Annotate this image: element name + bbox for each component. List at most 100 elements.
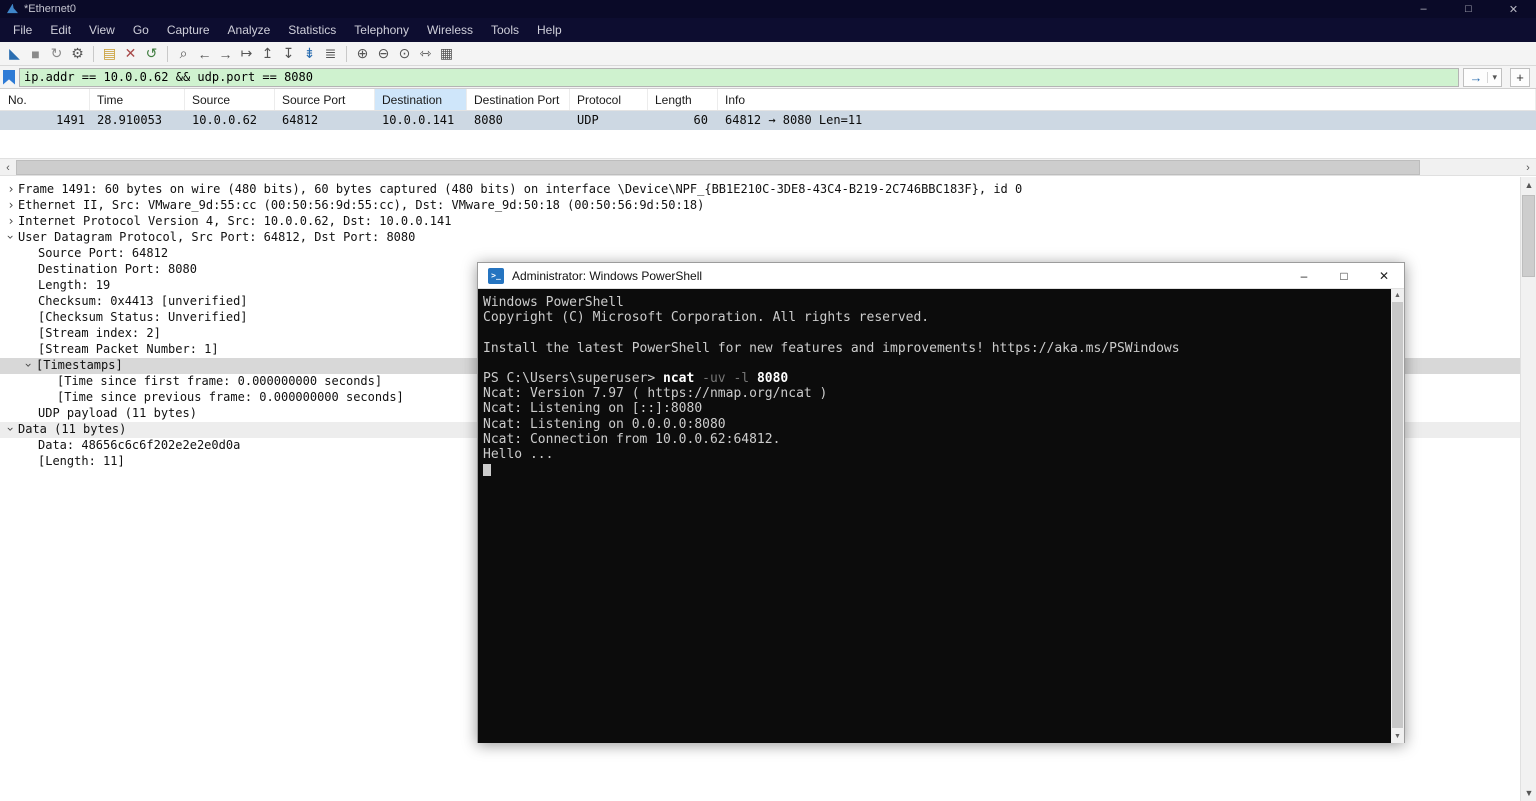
detail-text: Source Port: 64812 [38,246,169,260]
powershell-scrollbar-thumb[interactable] [1392,302,1403,728]
open-file-icon[interactable]: ▤ [99,44,120,64]
wireshark-window: *Ethernet0 – □ ✕ File Edit View Go Captu… [0,0,1536,801]
window-controls: – □ ✕ [1401,0,1536,18]
menu-view[interactable]: View [80,18,124,42]
column-header-time[interactable]: Time [90,89,185,110]
scroll-right-icon[interactable]: › [1520,159,1536,177]
powershell-titlebar: >_ Administrator: Windows PowerShell – □… [478,263,1404,289]
reload-file-icon[interactable]: ↺ [141,44,162,64]
expander-icon[interactable] [4,422,18,436]
zoom-out-icon[interactable]: ⊖ [373,44,394,64]
column-header-source[interactable]: Source [185,89,275,110]
go-forward-icon[interactable]: → [215,44,236,64]
filter-apply-icon[interactable]: → [1464,70,1487,85]
menu-capture[interactable]: Capture [158,18,219,42]
menu-tools[interactable]: Tools [482,18,528,42]
terminal-output[interactable]: Windows PowerShell Copyright (C) Microso… [478,289,1404,743]
expander-icon[interactable] [4,198,18,212]
column-header-info[interactable]: Info [718,89,1536,110]
vertical-scrollbar-thumb[interactable] [1522,195,1535,277]
terminal-line: Ncat: Listening on 0.0.0.0:8080 [483,416,726,432]
detail-row-source-port[interactable]: Source Port: 64812 [0,246,1520,262]
terminal-line: Ncat: Version 7.97 ( https://nmap.org/nc… [483,386,828,402]
zoom-original-icon[interactable]: ⊙ [394,44,415,64]
packet-cell-destination-port: 8080 [474,113,503,127]
column-header-destination-port[interactable]: Destination Port [467,89,570,110]
expander-icon[interactable] [4,230,18,244]
autoscroll-icon[interactable]: ⇟ [299,44,320,64]
detail-row-ip[interactable]: Internet Protocol Version 4, Src: 10.0.0… [0,214,1520,230]
horizontal-scrollbar-thumb[interactable] [16,160,1420,175]
powershell-icon: >_ [488,267,504,284]
column-header-protocol[interactable]: Protocol [570,89,648,110]
terminal-line: Hello ... [483,446,554,462]
scroll-up-icon[interactable]: ▲ [1521,177,1536,193]
close-button[interactable]: ✕ [1491,0,1536,18]
powershell-close-button[interactable]: ✕ [1364,263,1404,289]
go-to-first-icon[interactable]: ↥ [257,44,278,64]
minimize-button[interactable]: – [1401,0,1446,18]
colorize-icon[interactable]: ≣ [320,44,341,64]
menu-statistics[interactable]: Statistics [279,18,345,42]
scroll-down-icon[interactable]: ▼ [1521,785,1536,801]
detail-text: [Time since previous frame: 0.000000000 … [57,390,404,404]
zoom-in-icon[interactable]: ⊕ [352,44,373,64]
stop-capture-icon[interactable]: ■ [25,44,46,64]
detail-text: [Timestamps] [36,358,123,372]
detail-text: Data: 48656c6c6f202e2e2e0d0a [38,438,241,452]
scroll-left-icon[interactable]: ‹ [0,159,16,177]
detail-row-ethernet[interactable]: Ethernet II, Src: VMware_9d:55:cc (00:50… [0,198,1520,214]
powershell-scroll-down-icon[interactable]: ▼ [1391,730,1404,743]
expander-icon[interactable] [4,214,18,228]
menu-wireless[interactable]: Wireless [418,18,482,42]
expander-icon[interactable] [4,182,18,196]
column-header-length[interactable]: Length [648,89,718,110]
terminal-line: Ncat: Listening on [::]:8080 [483,401,703,417]
menu-help[interactable]: Help [528,18,571,42]
restart-capture-icon[interactable]: ↻ [46,44,67,64]
menu-file[interactable]: File [4,18,41,42]
detail-row-udp[interactable]: User Datagram Protocol, Src Port: 64812,… [0,230,1520,246]
capture-file-properties-icon[interactable]: ▦ [436,44,457,64]
packet-cell-time: 28.910053 [97,113,163,127]
menu-go[interactable]: Go [124,18,158,42]
powershell-scroll-up-icon[interactable]: ▲ [1391,289,1404,302]
detail-row-frame[interactable]: Frame 1491: 60 bytes on wire (480 bits),… [0,182,1520,198]
start-capture-icon[interactable]: ◣ [4,44,25,64]
detail-text: [Length: 11] [38,454,125,468]
packet-row[interactable]: 1491 28.910053 10.0.0.62 64812 10.0.0.14… [0,111,1536,130]
powershell-maximize-button[interactable]: □ [1324,263,1364,289]
detail-text: User Datagram Protocol, Src Port: 64812,… [18,230,416,244]
go-back-icon[interactable]: ← [194,44,215,64]
go-to-last-icon[interactable]: ↧ [278,44,299,64]
close-file-icon[interactable]: ✕ [120,44,141,64]
column-header-destination[interactable]: Destination [375,89,467,110]
powershell-minimize-button[interactable]: – [1284,263,1324,289]
capture-options-icon[interactable]: ⚙ [67,44,88,64]
packet-cell-destination: 10.0.0.141 [382,113,455,127]
detail-text: Checksum: 0x4413 [unverified] [38,294,248,308]
go-to-packet-icon[interactable]: ↦ [236,44,257,64]
find-packet-icon[interactable]: ⌕ [173,44,194,64]
filter-dropdown-icon[interactable]: ▾ [1487,71,1501,83]
maximize-button[interactable]: □ [1446,0,1491,18]
menu-edit[interactable]: Edit [41,18,80,42]
filter-add-button[interactable]: + [1510,67,1530,87]
terminal-command: ncat [663,370,695,386]
powershell-title: Administrator: Windows PowerShell [512,268,703,283]
expander-icon[interactable] [22,358,36,372]
resize-columns-icon[interactable]: ⇿ [415,44,436,64]
menu-telephony[interactable]: Telephony [345,18,418,42]
menu-analyze[interactable]: Analyze [219,18,280,42]
toolbar-separator [167,45,168,62]
packet-cell-protocol: UDP [577,113,599,127]
detail-text: Destination Port: 8080 [38,262,197,276]
detail-text: Ethernet II, Src: VMware_9d:55:cc (00:50… [18,198,705,212]
column-header-source-port[interactable]: Source Port [275,89,375,110]
detail-text: Frame 1491: 60 bytes on wire (480 bits),… [18,182,1023,196]
filter-bookmark-icon[interactable] [3,69,15,85]
detail-text: [Checksum Status: Unverified] [38,310,248,324]
column-header-no[interactable]: No. [0,89,90,110]
display-filter-input[interactable] [19,67,1460,87]
main-toolbar: ◣ ■ ↻ ⚙ ▤ ✕ ↺ ⌕ ← → ↦ ↥ ↧ ⇟ ≣ ⊕ ⊖ ⊙ ⇿ ▦ [0,42,1536,66]
